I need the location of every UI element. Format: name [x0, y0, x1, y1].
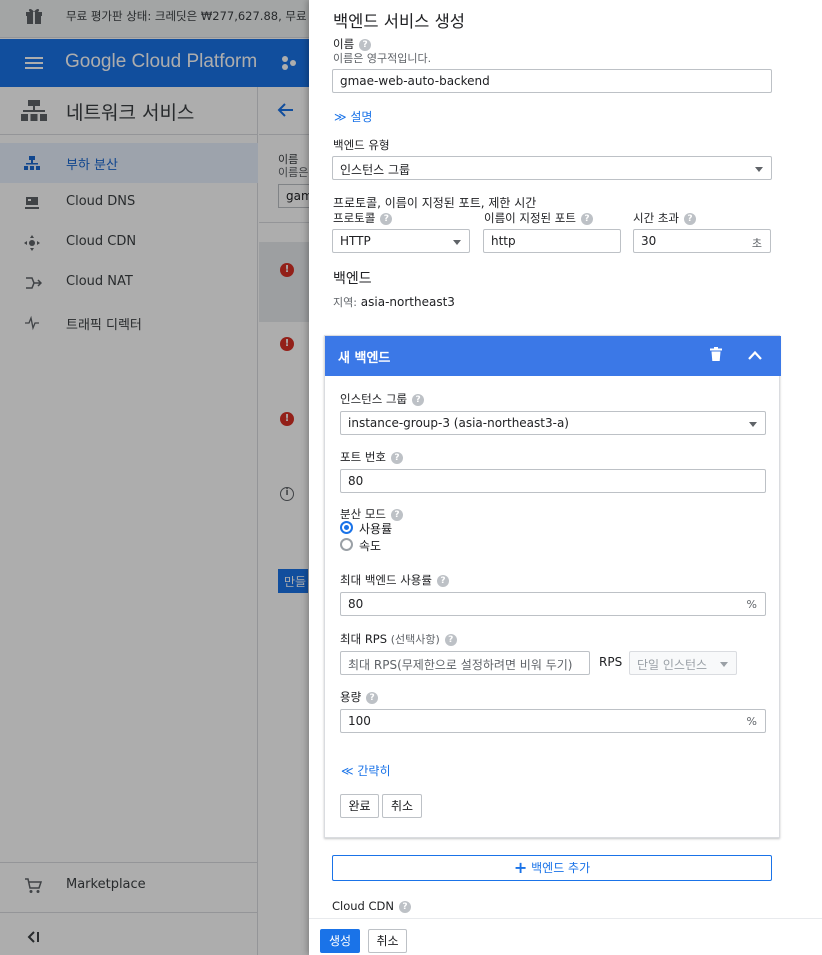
max-rps-label-text: 최대 RPS [340, 632, 388, 646]
utilization-radio[interactable] [340, 521, 353, 534]
help-icon[interactable]: ? [399, 900, 411, 913]
instance-group-value: instance-group-3 (asia-northeast3-a) [348, 416, 569, 430]
region-value: asia-northeast3 [360, 295, 455, 309]
max-rps-field[interactable]: 최대 RPS(무제한으로 설정하려면 비워 두기) [340, 651, 590, 675]
chevron-up-icon: ≪ [341, 764, 354, 778]
create-backend-service-panel: 백엔드 서비스 생성 이름? 이름은 영구적입니다. gmae-web-auto… [309, 0, 822, 955]
capacity-label-text: 용량 [340, 690, 362, 704]
rps-unit: RPS [599, 655, 623, 669]
named-port-label-text: 이름이 지정된 포트 [484, 211, 576, 225]
help-icon[interactable]: ? [390, 508, 403, 521]
rate-radio-label: 속도 [359, 539, 382, 553]
cloud-cdn-label-text: Cloud CDN [332, 899, 394, 913]
chevron-down-icon: ≫ [334, 110, 347, 124]
max-utilization-value: 80 [348, 597, 364, 611]
backend-type-select[interactable]: 인스턴스 그룹 [332, 156, 772, 180]
add-backend-button[interactable]: + 백엔드 추가 [332, 855, 772, 881]
rps-scope-select[interactable]: 단일 인스턴스 [629, 651, 737, 675]
add-backend-label: 백엔드 추가 [531, 861, 591, 875]
cloud-cdn-label: Cloud CDN? [332, 899, 411, 913]
port-field[interactable]: 80 [340, 469, 766, 493]
create-button[interactable]: 생성 [320, 929, 360, 953]
delete-icon[interactable] [710, 347, 722, 361]
capacity-field[interactable]: 100 % [340, 709, 766, 733]
help-icon[interactable]: ? [366, 691, 379, 704]
name-label-text: 이름 [333, 37, 355, 51]
max-utilization-label-text: 최대 백엔드 사용률 [340, 573, 432, 587]
protocol-label: 프로토콜? [333, 210, 393, 226]
new-backend-card: 새 백엔드 인스턴스 그룹? instance-group-3 (asia-no… [324, 335, 781, 838]
percent-unit: % [746, 715, 757, 728]
protocol-label-text: 프로토콜 [333, 211, 376, 225]
port-label-text: 포트 번호 [340, 450, 386, 464]
name-field-value: gmae-web-auto-backend [340, 74, 490, 88]
optional-tag: (선택사항) [390, 633, 440, 646]
named-port-label: 이름이 지정된 포트? [484, 210, 593, 226]
max-utilization-label: 최대 백엔드 사용률? [340, 572, 449, 588]
port-label: 포트 번호? [340, 449, 403, 465]
panel-footer: 생성 취소 [309, 918, 822, 955]
max-rps-label: 최대 RPS (선택사항)? [340, 631, 457, 647]
max-utilization-field[interactable]: 80 % [340, 592, 766, 616]
help-icon[interactable]: ? [436, 574, 449, 587]
backend-type-label: 백엔드 유형 [333, 138, 390, 152]
name-hint: 이름은 영구적입니다. [333, 52, 432, 65]
port-value: 80 [348, 474, 364, 488]
named-port-value: http [491, 234, 516, 248]
help-icon[interactable]: ? [390, 451, 403, 464]
chevron-up-icon[interactable] [747, 349, 763, 361]
timeout-value: 30 [641, 234, 657, 248]
backend-type-value: 인스턴스 그룹 [340, 163, 411, 177]
capacity-label: 용량? [340, 689, 379, 705]
protocol-section-title: 프로토콜, 이름이 지정된 포트, 제한 시간 [333, 196, 537, 210]
help-icon[interactable]: ? [444, 633, 457, 646]
description-link: 설명 [350, 110, 373, 124]
balancing-mode-label-text: 분산 모드 [340, 507, 386, 521]
plus-icon: + [513, 858, 528, 877]
help-icon[interactable]: ? [683, 212, 696, 225]
timeout-field[interactable]: 30 초 [633, 229, 771, 253]
backends-title: 백엔드 [333, 271, 372, 287]
panel-title: 백엔드 서비스 생성 [333, 12, 465, 31]
timeout-label: 시간 초과? [633, 210, 696, 226]
instance-group-label: 인스턴스 그룹? [340, 391, 425, 407]
protocol-value: HTTP [340, 234, 371, 248]
collapse-toggle[interactable]: ≪ 간략히 [341, 762, 391, 779]
done-button[interactable]: 완료 [340, 794, 379, 818]
percent-unit: % [746, 598, 757, 611]
name-field[interactable]: gmae-web-auto-backend [332, 69, 772, 93]
dropdown-arrow-icon [720, 662, 728, 667]
region-label: 지역: [333, 296, 357, 309]
named-port-field[interactable]: http [483, 229, 621, 253]
utilization-radio-label: 사용률 [359, 522, 393, 536]
region-row: 지역: asia-northeast3 [333, 294, 455, 310]
help-icon[interactable]: ? [380, 212, 393, 225]
help-icon[interactable]: ? [359, 38, 372, 51]
help-icon[interactable]: ? [580, 212, 593, 225]
instance-group-label-text: 인스턴스 그룹 [340, 392, 408, 406]
collapse-link: 간략히 [357, 764, 391, 778]
dropdown-arrow-icon [453, 240, 461, 245]
dropdown-arrow-icon [755, 167, 763, 172]
rate-radio[interactable] [340, 538, 353, 551]
help-icon[interactable]: ? [412, 393, 425, 406]
timeout-label-text: 시간 초과 [633, 211, 679, 225]
new-backend-header[interactable]: 새 백엔드 [325, 336, 781, 376]
description-toggle[interactable]: ≫ 설명 [334, 108, 372, 125]
new-backend-title: 새 백엔드 [338, 351, 391, 366]
cancel-backend-button[interactable]: 취소 [382, 794, 422, 818]
dropdown-arrow-icon [749, 422, 757, 427]
rps-scope-value: 단일 인스턴스 [637, 658, 708, 672]
protocol-select[interactable]: HTTP [332, 229, 470, 253]
cancel-button[interactable]: 취소 [368, 929, 407, 953]
instance-group-select[interactable]: instance-group-3 (asia-northeast3-a) [340, 411, 766, 435]
max-rps-placeholder: 최대 RPS(무제한으로 설정하려면 비워 두기) [348, 658, 573, 672]
capacity-value: 100 [348, 714, 371, 728]
timeout-unit: 초 [751, 237, 762, 250]
